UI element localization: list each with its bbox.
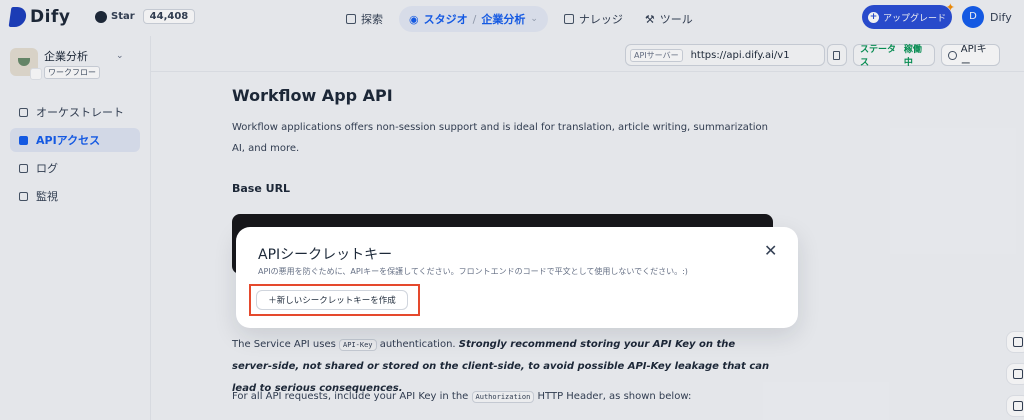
close-icon[interactable]: ✕ (764, 243, 777, 259)
modal-overlay[interactable] (0, 0, 1024, 420)
modal-subtitle: APIの悪用を防ぐために、APIキーを保護してください。フロントエンドのコードで… (258, 267, 688, 276)
create-secret-key-button[interactable]: ＋新しいシークレットキーを作成 (256, 290, 408, 310)
modal-title: APIシークレットキー (258, 247, 393, 263)
